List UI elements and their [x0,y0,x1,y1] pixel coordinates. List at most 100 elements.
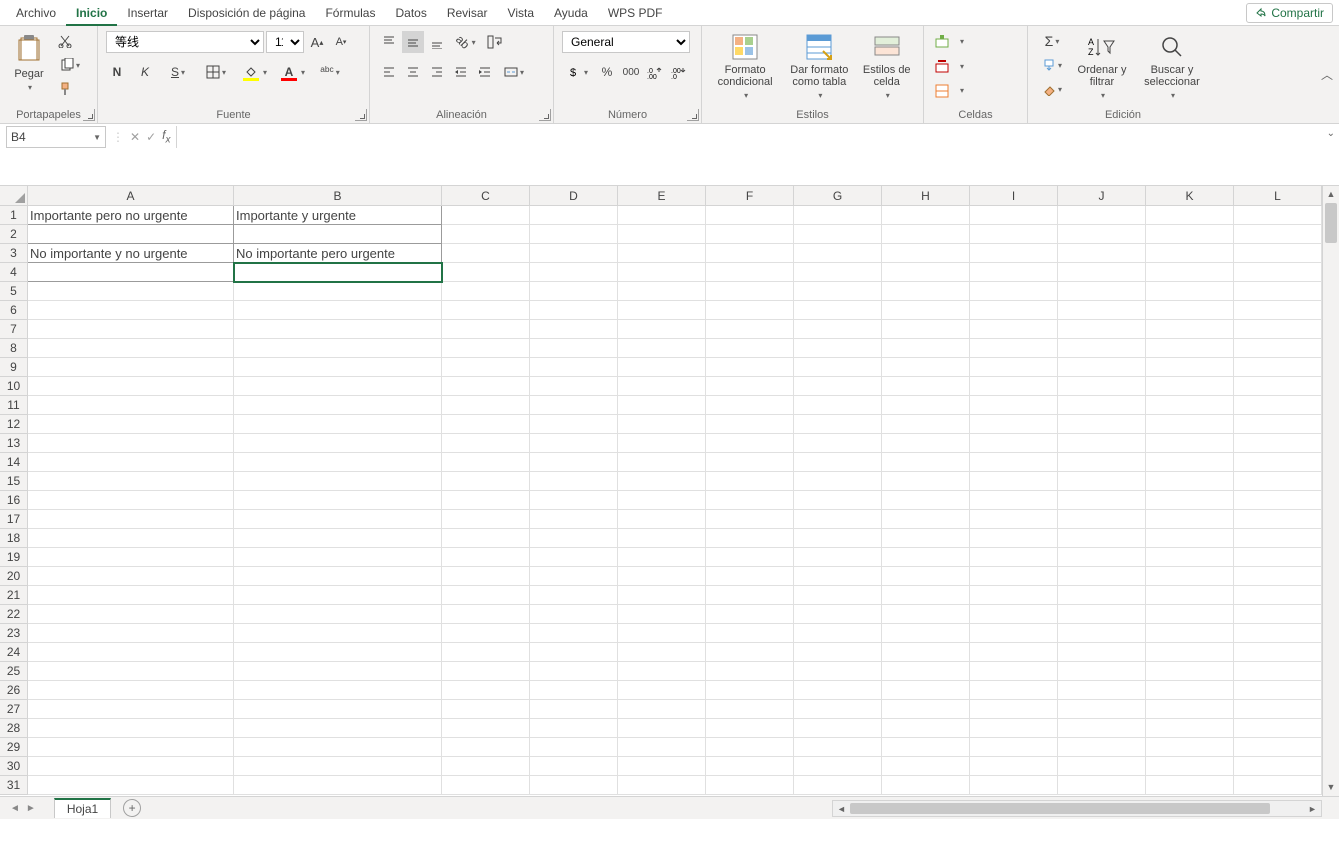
cell[interactable] [234,776,442,795]
cell[interactable] [1146,244,1234,263]
row-header[interactable]: 16 [0,491,28,510]
cell[interactable] [442,510,530,529]
cell[interactable] [706,301,794,320]
cell[interactable] [1058,681,1146,700]
cell[interactable] [1058,643,1146,662]
column-header[interactable]: K [1146,186,1234,205]
cell[interactable] [530,453,618,472]
cell[interactable] [1234,624,1322,643]
cell[interactable] [530,244,618,263]
column-header[interactable]: A [28,186,234,205]
row-header[interactable]: 23 [0,624,28,643]
cell[interactable] [706,415,794,434]
cell[interactable] [706,225,794,244]
row-header[interactable]: 2 [0,225,28,244]
cell[interactable] [1058,358,1146,377]
cell[interactable] [882,681,970,700]
cell[interactable] [1058,263,1146,282]
tab-fórmulas[interactable]: Fórmulas [315,0,385,26]
cell[interactable] [882,548,970,567]
cell[interactable] [234,491,442,510]
cell[interactable] [794,244,882,263]
cell[interactable] [1234,719,1322,738]
select-all-corner[interactable] [0,186,28,205]
cell[interactable] [530,738,618,757]
wrap-text-button[interactable] [484,31,506,53]
clear-button[interactable]: ▾ [1036,78,1068,100]
cell[interactable] [882,434,970,453]
cell[interactable] [618,776,706,795]
scroll-down-button[interactable]: ▼ [1323,779,1339,796]
cell[interactable] [530,339,618,358]
cell[interactable] [442,434,530,453]
cell[interactable] [706,643,794,662]
bold-button[interactable]: N [106,61,128,83]
cell[interactable] [28,757,234,776]
cell[interactable] [442,605,530,624]
cell[interactable] [1058,472,1146,491]
cell[interactable] [618,225,706,244]
cell[interactable] [1146,719,1234,738]
cell[interactable] [970,586,1058,605]
cell[interactable] [1058,662,1146,681]
cell[interactable] [234,263,442,282]
cell[interactable] [794,434,882,453]
row-header[interactable]: 21 [0,586,28,605]
cell[interactable] [530,491,618,510]
cell[interactable] [530,225,618,244]
cell[interactable] [1146,700,1234,719]
row-header[interactable]: 7 [0,320,28,339]
cell[interactable] [28,320,234,339]
cell[interactable] [794,472,882,491]
cell[interactable] [882,643,970,662]
cell[interactable] [882,263,970,282]
cell[interactable] [1058,396,1146,415]
row-header[interactable]: 9 [0,358,28,377]
cell[interactable] [1146,225,1234,244]
cell[interactable] [794,529,882,548]
cell[interactable] [882,377,970,396]
cell[interactable] [794,453,882,472]
borders-button[interactable]: ▾ [200,61,232,83]
cell[interactable] [882,738,970,757]
cell[interactable] [970,605,1058,624]
cell[interactable] [530,548,618,567]
cell[interactable]: Importante pero no urgente [28,206,234,225]
cell[interactable] [530,681,618,700]
cell[interactable] [1234,700,1322,719]
tab-vista[interactable]: Vista [498,0,544,26]
cell[interactable] [530,358,618,377]
cell[interactable] [794,339,882,358]
cut-button[interactable] [54,30,76,52]
cell[interactable] [442,415,530,434]
cell[interactable] [970,681,1058,700]
format-as-table-button[interactable]: Dar formato como tabla▾ [784,30,854,102]
cell[interactable] [882,719,970,738]
cell[interactable] [1058,757,1146,776]
cell[interactable] [618,643,706,662]
cell[interactable] [1058,225,1146,244]
cell[interactable] [28,738,234,757]
cell[interactable] [1058,567,1146,586]
cell[interactable] [794,681,882,700]
decrease-indent-button[interactable] [450,61,472,83]
cell[interactable] [28,776,234,795]
align-middle-button[interactable] [402,31,424,53]
cell[interactable] [1146,529,1234,548]
enter-formula-button[interactable]: ✓ [146,130,156,144]
align-right-button[interactable] [426,61,448,83]
cell[interactable] [882,624,970,643]
cell[interactable] [794,719,882,738]
cell[interactable] [970,377,1058,396]
column-header[interactable]: L [1234,186,1322,205]
cell[interactable] [530,643,618,662]
cell[interactable] [1146,586,1234,605]
cell[interactable] [970,662,1058,681]
cell[interactable] [970,415,1058,434]
row-header[interactable]: 30 [0,757,28,776]
cell[interactable] [706,263,794,282]
cell[interactable] [442,206,530,225]
cell[interactable] [1146,548,1234,567]
cell[interactable] [882,339,970,358]
cell[interactable] [882,282,970,301]
